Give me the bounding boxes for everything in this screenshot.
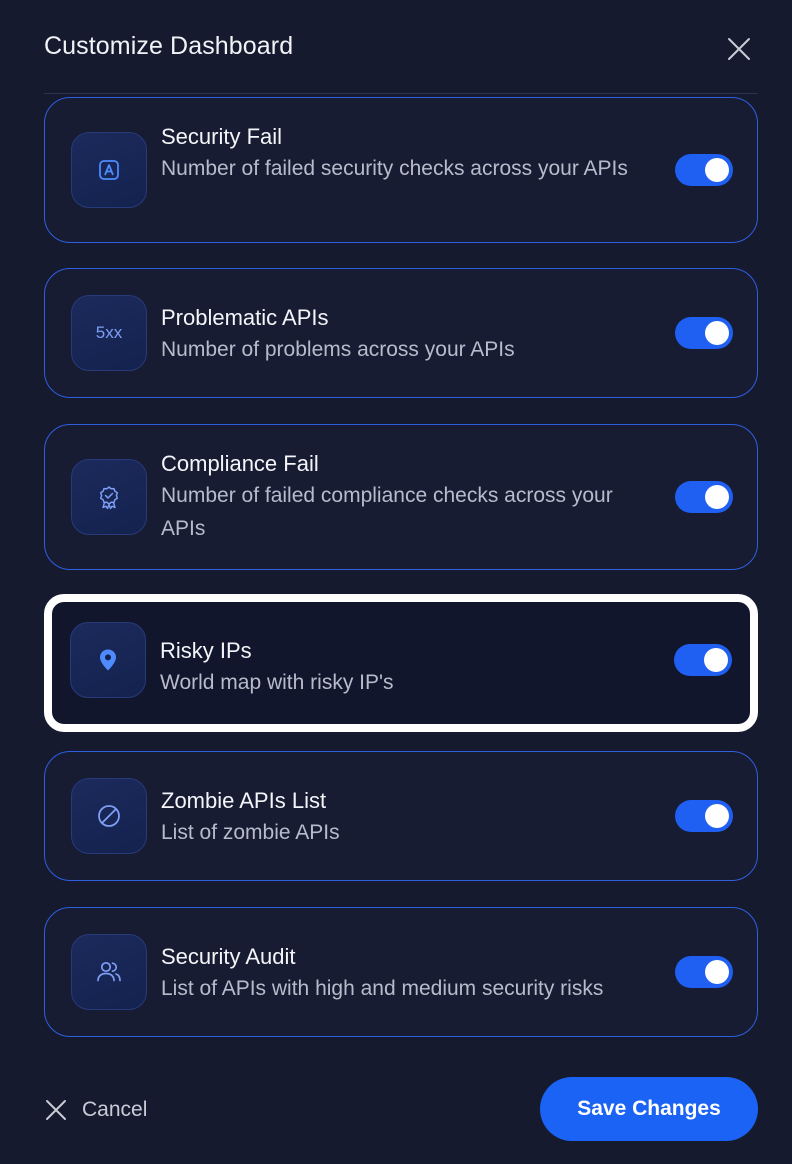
widget-title: Security Fail — [161, 124, 283, 149]
header-divider — [44, 93, 758, 94]
widget-card-security-fail: Security Fail Number of failed security … — [44, 97, 758, 243]
widget-card-risky-ips: Risky IPs World map with risky IP's — [44, 594, 758, 732]
widget-toggle-security-fail[interactable] — [675, 154, 733, 186]
widget-title: Problematic APIs — [161, 305, 329, 330]
widget-icon-box — [71, 934, 147, 1010]
toggle-knob — [704, 648, 728, 672]
toggle-knob — [705, 804, 729, 828]
widget-card-compliance-fail: Compliance Fail Number of failed complia… — [44, 424, 758, 570]
widget-card-security-audit: Security Audit List of APIs with high an… — [44, 907, 758, 1037]
widget-description: Number of failed compliance checks acros… — [161, 484, 613, 540]
widget-text: Security Audit List of APIs with high an… — [161, 942, 667, 1005]
users-icon — [97, 961, 121, 982]
toggle-knob — [705, 158, 729, 182]
ban-icon — [98, 805, 120, 827]
close-icon — [728, 38, 750, 60]
widget-toggle-compliance-fail[interactable] — [675, 481, 733, 513]
widget-text: Zombie APIs List List of zombie APIs — [161, 786, 647, 849]
widget-title: Zombie APIs List — [161, 788, 327, 813]
widget-text: Risky IPs World map with risky IP's — [160, 636, 640, 699]
close-button[interactable] — [722, 32, 756, 66]
widget-toggle-risky-ips[interactable] — [674, 644, 732, 676]
widget-description: Number of problems across your APIs — [161, 338, 515, 361]
widget-icon-box — [71, 778, 147, 854]
widget-card-problematic-apis: 5xx Problematic APIs Number of problems … — [44, 268, 758, 398]
widget-title: Risky IPs — [160, 638, 252, 663]
widget-title: Compliance Fail — [161, 451, 319, 476]
widget-text: Security Fail Number of failed security … — [161, 122, 647, 185]
cancel-label: Cancel — [82, 1098, 148, 1121]
badge-icon — [99, 486, 119, 510]
modal-title: Customize Dashboard — [44, 32, 294, 60]
shield-a-icon — [99, 160, 119, 180]
save-changes-button[interactable]: Save Changes — [540, 1077, 758, 1141]
widget-toggle-security-audit[interactable] — [675, 956, 733, 988]
widget-toggle-zombie-apis-list[interactable] — [675, 800, 733, 832]
widget-icon-box — [71, 132, 147, 208]
modal-header: Customize Dashboard — [0, 0, 792, 94]
widget-title: Security Audit — [161, 944, 296, 969]
toggle-knob — [705, 485, 729, 509]
widget-description: World map with risky IP's — [160, 671, 394, 694]
widget-text: Compliance Fail Number of failed complia… — [161, 449, 647, 545]
widget-card-zombie-apis-list: Zombie APIs List List of zombie APIs — [44, 751, 758, 881]
widget-description: List of APIs with high and medium securi… — [161, 977, 604, 1000]
widget-icon-box: 5xx — [71, 295, 147, 371]
widget-icon-box — [70, 622, 146, 698]
widget-icon-box — [71, 459, 147, 535]
widget-description: List of zombie APIs — [161, 821, 340, 844]
5xx-icon: 5xx — [95, 323, 123, 342]
cancel-button[interactable]: Cancel — [44, 1092, 147, 1128]
widget-text: Problematic APIs Number of problems acro… — [161, 303, 647, 366]
toggle-knob — [705, 321, 729, 345]
toggle-knob — [705, 960, 729, 984]
widget-description: Number of failed security checks across … — [161, 157, 628, 180]
location-pin-icon — [100, 649, 116, 671]
close-icon — [46, 1100, 66, 1120]
widget-toggle-problematic-apis[interactable] — [675, 317, 733, 349]
